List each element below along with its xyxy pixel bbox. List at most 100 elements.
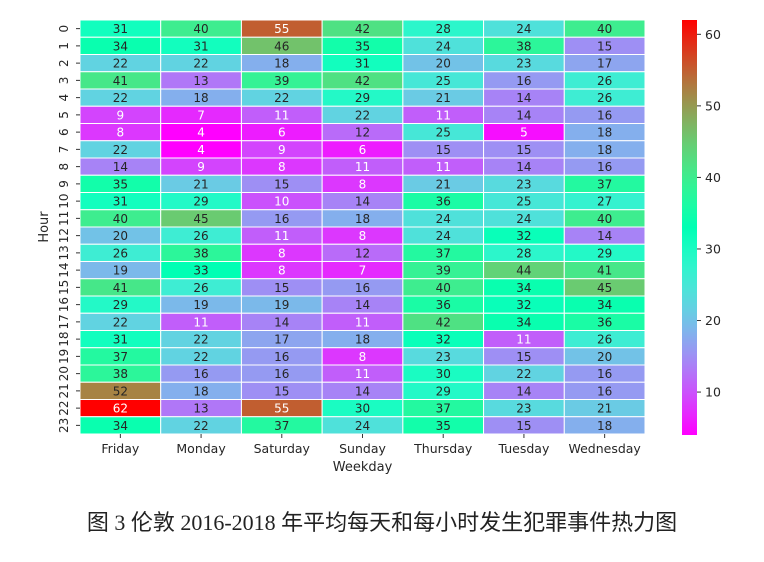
x-tick-label: Wednesday — [568, 441, 641, 456]
cell-label: 23 — [516, 402, 531, 416]
heatmap-cells: 31 40 55 42 28 24 4034 31 46 35 24 38 1522 22 18 31 20 23… — [79, 19, 646, 435]
cell-label: 35 — [355, 39, 370, 53]
cell-label: 35 — [113, 177, 128, 191]
cell-label: 38 — [193, 246, 208, 260]
cell-label: 21 — [436, 91, 451, 105]
cell-label: 25 — [516, 195, 531, 209]
cell-label: 40 — [113, 212, 128, 226]
cell-label: 38 — [113, 367, 128, 381]
cell-label: 32 — [516, 298, 531, 312]
cell-label: 39 — [436, 264, 451, 278]
cell-label: 14 — [355, 384, 370, 398]
y-tick-label: 14 — [57, 262, 71, 277]
cell-label: 15 — [274, 281, 289, 295]
cell-label: 62 — [113, 402, 128, 416]
cell-label: 26 — [193, 229, 208, 243]
cell-label: 14 — [274, 315, 289, 329]
cell-label: 4 — [197, 126, 205, 140]
y-tick-label: 3 — [57, 77, 71, 85]
cell-label: 14 — [516, 160, 531, 174]
y-tick-label: 10 — [57, 193, 71, 208]
y-tick-label: 0 — [57, 25, 71, 33]
cell-label: 37 — [436, 246, 451, 260]
y-axis: 01234567891011121314151617181920212223 — [57, 25, 80, 433]
cell-label: 30 — [436, 367, 451, 381]
cell-label: 7 — [197, 108, 205, 122]
cell-label: 42 — [355, 74, 370, 88]
cell-label: 22 — [274, 91, 289, 105]
cell-label: 55 — [274, 402, 289, 416]
cell-label: 45 — [193, 212, 208, 226]
cell-label: 22 — [193, 333, 208, 347]
x-tick-label: Monday — [176, 441, 226, 456]
cell-label: 8 — [278, 264, 286, 278]
cell-label: 24 — [436, 39, 451, 53]
cell-label: 9 — [278, 143, 286, 157]
cell-label: 19 — [274, 298, 289, 312]
cell-label: 15 — [274, 384, 289, 398]
cell-label: 14 — [355, 298, 370, 312]
cell-label: 39 — [274, 74, 289, 88]
cell-label: 33 — [193, 264, 208, 278]
cell-label: 31 — [113, 195, 128, 209]
colorbar-tick-label: 30 — [705, 241, 721, 256]
cell-label: 21 — [597, 402, 612, 416]
cell-label: 20 — [113, 229, 128, 243]
cell-label: 15 — [516, 143, 531, 157]
cell-label: 42 — [436, 315, 451, 329]
y-tick-label: 22 — [57, 400, 71, 415]
cell-label: 31 — [113, 333, 128, 347]
cell-label: 11 — [355, 315, 370, 329]
y-tick-label: 18 — [57, 331, 71, 346]
cell-label: 17 — [274, 333, 289, 347]
cell-label: 28 — [436, 22, 451, 36]
cell-label: 37 — [113, 350, 128, 364]
cell-label: 52 — [113, 384, 128, 398]
cell-label: 18 — [597, 419, 612, 433]
cell-label: 14 — [516, 108, 531, 122]
y-tick-label: 2 — [57, 59, 71, 67]
cell-label: 23 — [516, 57, 531, 71]
cell-label: 8 — [278, 160, 286, 174]
cell-label: 34 — [113, 419, 128, 433]
cell-label: 29 — [436, 384, 451, 398]
colorbar-tick-label: 50 — [705, 98, 721, 113]
cell-label: 21 — [436, 177, 451, 191]
cell-label: 16 — [355, 281, 370, 295]
cell-label: 8 — [359, 177, 367, 191]
x-tick-label: Saturday — [254, 441, 311, 456]
cell-label: 18 — [274, 57, 289, 71]
x-tick-label: Thursday — [413, 441, 473, 456]
y-tick-label: 4 — [57, 94, 71, 102]
y-tick-label: 21 — [57, 383, 71, 398]
cell-label: 22 — [113, 57, 128, 71]
cell-label: 22 — [193, 350, 208, 364]
cell-label: 13 — [193, 74, 208, 88]
cell-label: 44 — [516, 264, 531, 278]
y-tick-label: 20 — [57, 366, 71, 381]
cell-label: 15 — [436, 143, 451, 157]
cell-label: 16 — [597, 384, 612, 398]
cell-label: 13 — [193, 402, 208, 416]
cell-label: 9 — [117, 108, 125, 122]
cell-label: 11 — [436, 160, 451, 174]
cell-label: 37 — [274, 419, 289, 433]
cell-label: 15 — [597, 39, 612, 53]
cell-label: 19 — [113, 264, 128, 278]
cell-label: 29 — [355, 91, 370, 105]
cell-label: 31 — [113, 22, 128, 36]
y-tick-label: 15 — [57, 280, 71, 295]
cell-label: 42 — [355, 22, 370, 36]
cell-label: 18 — [193, 384, 208, 398]
cell-label: 40 — [436, 281, 451, 295]
cell-label: 31 — [193, 39, 208, 53]
cell-label: 4 — [197, 143, 205, 157]
x-axis: Friday Monday Saturday Sunday Thursday Tuesda… — [101, 434, 641, 456]
cell-label: 32 — [516, 229, 531, 243]
cell-label: 14 — [597, 229, 612, 243]
y-tick-label: 19 — [57, 349, 71, 364]
cell-label: 26 — [597, 74, 612, 88]
cell-label: 36 — [436, 195, 451, 209]
cell-label: 11 — [355, 367, 370, 381]
cell-label: 15 — [516, 419, 531, 433]
